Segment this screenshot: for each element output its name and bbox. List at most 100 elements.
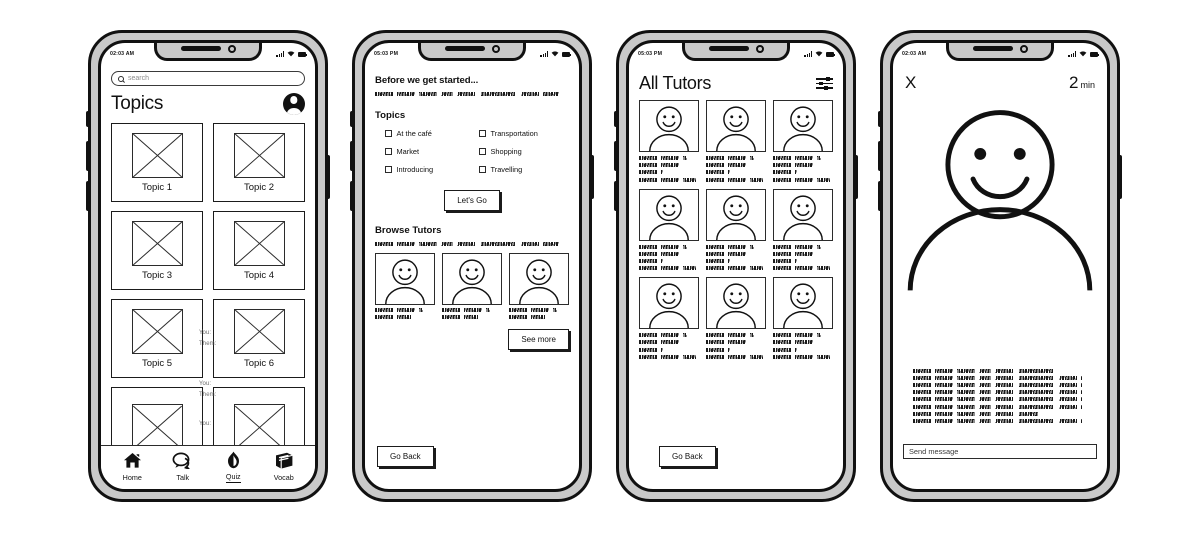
checkbox-box[interactable] (385, 130, 392, 137)
tutor-avatar (639, 100, 699, 152)
mute-switch[interactable] (86, 111, 90, 127)
tutor-card[interactable] (375, 253, 435, 320)
volume-down-button[interactable] (86, 181, 90, 211)
checkbox-label: At the café (396, 129, 432, 138)
placeholder-line (913, 383, 1083, 388)
placeholder-line (639, 333, 687, 338)
tutor-avatar (773, 188, 833, 241)
tutor-card[interactable] (706, 277, 766, 359)
checkbox-shopping[interactable]: Shopping (479, 147, 569, 156)
topic-card[interactable]: Topic 1 (111, 123, 203, 202)
go-back-button[interactable]: Go Back (659, 446, 716, 467)
placeholder-line (773, 333, 821, 338)
lets-go-button[interactable]: Let's Go (444, 190, 500, 211)
checkbox-box[interactable] (385, 148, 392, 155)
placeholder-line (639, 177, 696, 182)
earpiece-speaker (444, 46, 485, 51)
earpiece-speaker (972, 46, 1013, 51)
tutor-card[interactable] (639, 100, 699, 182)
see-more-button[interactable]: See more (508, 329, 569, 351)
image-placeholder-icon (233, 308, 285, 354)
session-timer: 2 min (1069, 74, 1095, 91)
checkbox-box[interactable] (385, 166, 392, 173)
power-button[interactable] (590, 155, 594, 199)
placeholder-line (773, 163, 815, 168)
send-message-input[interactable]: Send message (903, 444, 1097, 459)
topic-label: Topic 1 (141, 181, 173, 193)
tutor-info (706, 333, 766, 359)
placeholder-line (706, 347, 730, 352)
battery-icon (1090, 52, 1100, 57)
topic-card[interactable]: Topic 2 (213, 123, 305, 202)
volume-up-button[interactable] (350, 141, 354, 171)
tab-vocab[interactable]: Vocab (261, 451, 307, 482)
front-camera-icon (227, 44, 236, 53)
checkbox-at-the-cafe[interactable]: At the café (385, 129, 475, 138)
tab-home[interactable]: Home (109, 451, 155, 482)
tab-talk[interactable]: Talk (160, 451, 206, 482)
close-icon[interactable]: X (905, 74, 916, 91)
tutor-card[interactable] (639, 188, 699, 271)
signal-bars-icon (804, 51, 812, 57)
checkbox-box[interactable] (479, 166, 486, 173)
volume-down-button[interactable] (878, 181, 882, 211)
tutor-info (773, 244, 833, 271)
tab-quiz[interactable]: Quiz (210, 450, 256, 483)
all-tutors-header: All Tutors (639, 73, 833, 94)
volume-up-button[interactable] (878, 141, 882, 171)
tutor-card[interactable] (773, 188, 833, 271)
volume-up-button[interactable] (614, 141, 618, 171)
placeholder-line (773, 156, 821, 160)
mute-switch[interactable] (614, 111, 618, 127)
topic-card[interactable]: Topic 6 (213, 299, 305, 378)
topic-checkbox-grid: At the café Transportation Market Shoppi… (375, 129, 569, 174)
checkbox-travelling[interactable]: Travelling (479, 165, 569, 174)
tutor-card[interactable] (639, 277, 699, 359)
volume-down-button[interactable] (614, 181, 618, 211)
status-bar: 02:03 AM (101, 43, 315, 65)
power-button[interactable] (854, 155, 858, 199)
filter-sliders-icon[interactable] (816, 76, 833, 91)
chat-header: X 2 min (903, 74, 1097, 91)
checkbox-box[interactable] (479, 148, 486, 155)
power-button[interactable] (326, 155, 330, 199)
tab-label: Home (122, 473, 142, 482)
tutor-card[interactable] (773, 100, 833, 182)
topic-card[interactable]: Topic 3 (111, 211, 203, 290)
tutor-avatar (509, 253, 569, 305)
placeholder-line (773, 354, 830, 359)
status-icons (540, 51, 572, 57)
tutor-card[interactable] (706, 100, 766, 182)
tutor-card[interactable] (773, 277, 833, 359)
notch (418, 43, 526, 61)
power-button[interactable] (1118, 155, 1122, 199)
tutor-card[interactable] (706, 188, 766, 271)
topic-label: Topic 2 (243, 181, 275, 193)
signal-bars-icon (540, 51, 548, 57)
mute-switch[interactable] (350, 111, 354, 127)
status-icons (1068, 51, 1100, 57)
tutor-card[interactable] (509, 253, 569, 320)
checkbox-market[interactable]: Market (385, 147, 475, 156)
search-input[interactable]: search (111, 71, 305, 86)
volume-down-button[interactable] (350, 181, 354, 211)
placeholder-line (442, 308, 490, 313)
see-more-row: See more (375, 329, 569, 351)
topics-screen-body: search Topics Topic 1 Topic 2 Topic 3 To… (101, 65, 315, 489)
notch (154, 43, 262, 61)
checkbox-transportation[interactable]: Transportation (479, 129, 569, 138)
mute-switch[interactable] (878, 111, 882, 127)
topic-card[interactable]: Topic 4 (213, 211, 305, 290)
chat-screen-body: X 2 min Send message (893, 65, 1107, 489)
status-bar: 02:03 AM (893, 43, 1107, 65)
go-back-button[interactable]: Go Back (377, 446, 434, 467)
checkbox-box[interactable] (479, 130, 486, 137)
phone-mockup-chat: 02:03 AM X 2 min Send message (878, 30, 1122, 502)
tab-label: Quiz (225, 472, 241, 483)
checkbox-label: Introducing (396, 165, 434, 174)
volume-up-button[interactable] (86, 141, 90, 171)
checkbox-introducing[interactable]: Introducing (385, 165, 475, 174)
tutor-card[interactable] (442, 253, 502, 320)
topic-card[interactable]: Topic 5 (111, 299, 203, 378)
profile-avatar-icon[interactable] (283, 93, 305, 115)
